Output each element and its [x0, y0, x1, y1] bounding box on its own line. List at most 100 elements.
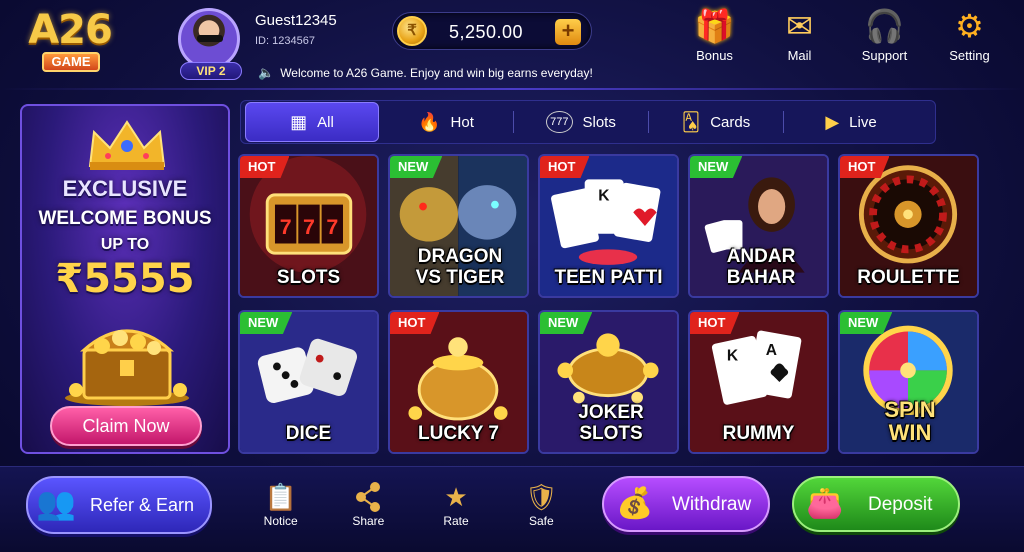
game-title: RUMMY: [722, 423, 795, 444]
tab-label: Live: [849, 113, 877, 131]
withdraw-label: Withdraw: [672, 494, 752, 515]
money-bag-icon: 💰: [616, 487, 654, 520]
tab-live[interactable]: ▶ Live: [784, 102, 918, 142]
user-avatar-block[interactable]: VIP 2: [178, 8, 244, 80]
nav-rate[interactable]: ★ Rate: [413, 480, 498, 536]
game-card-dragon-vs-tiger[interactable]: NEW DRAGON VS TIGER: [388, 154, 529, 298]
game-grid: 7 7 7 HOT SLOTS NEW DRAGON VS TIGER K HO…: [238, 154, 979, 456]
tab-label: Hot: [450, 113, 474, 131]
claim-now-button[interactable]: Claim Now: [50, 406, 202, 446]
nav-notice[interactable]: 📋 Notice: [238, 480, 323, 536]
svg-text:7: 7: [303, 215, 315, 239]
game-card-joker-slots[interactable]: NEW JOKER SLOTS: [538, 310, 679, 454]
flame-icon: 🔥: [418, 111, 441, 132]
share-icon: [356, 482, 381, 512]
nav-label: Notice: [263, 514, 298, 528]
deposit-label: Deposit: [868, 494, 933, 515]
nav-setting[interactable]: ⚙ Setting: [927, 6, 1012, 68]
nav-label: Bonus: [696, 48, 733, 63]
tab-label: All: [317, 113, 334, 131]
game-card-slots[interactable]: 7 7 7 HOT SLOTS: [238, 154, 379, 298]
marquee-text: Welcome to A26 Game. Enjoy and win big e…: [280, 66, 593, 80]
gear-icon: ⚙: [955, 8, 984, 44]
tab-slots[interactable]: 777 Slots: [514, 102, 648, 142]
vip-badge: VIP 2: [180, 62, 242, 80]
withdraw-button[interactable]: 💰 Withdraw: [602, 476, 770, 532]
logo-subtext: GAME: [42, 52, 100, 72]
cards-icon: 🂡: [681, 111, 701, 132]
deposit-button[interactable]: 👛 Deposit: [792, 476, 960, 532]
nav-label: Setting: [949, 48, 990, 63]
game-title: JOKER SLOTS: [578, 402, 644, 444]
game-title: DICE: [285, 423, 332, 444]
game-card-dice[interactable]: NEW DICE: [238, 310, 379, 454]
game-title: TEEN PATTI: [554, 267, 663, 288]
tab-label: Slots: [582, 113, 616, 131]
banner-subheadline: WELCOME BONUS: [38, 208, 212, 229]
bottom-nav: 📋 Notice Share ★ Rate 🛡 Safe: [238, 480, 584, 536]
svg-text:A: A: [766, 342, 777, 359]
game-title: SPIN WIN: [884, 397, 936, 445]
crown-icon: [88, 120, 166, 170]
nav-label: Rate: [443, 514, 469, 528]
wallet-icon: 👛: [806, 487, 844, 520]
nav-support[interactable]: 🎧 Support: [842, 6, 927, 68]
nav-mail[interactable]: ✉ Mail: [757, 6, 842, 68]
refer-label: Refer & Earn: [90, 495, 195, 515]
wallet-balance[interactable]: ₹ 5,250.00 +: [392, 12, 592, 50]
star-podium-icon: ★: [444, 482, 468, 512]
game-title: ANDAR BAHAR: [726, 246, 796, 288]
shield-rupee-icon: 🛡: [524, 482, 558, 512]
banner-headline: EXCLUSIVE: [62, 176, 188, 201]
header-divider: [0, 88, 1024, 90]
nav-label: Mail: [787, 48, 812, 63]
headset-icon: 🎧: [864, 8, 905, 44]
app-logo: A26 GAME: [20, 8, 120, 76]
logo-text: A26: [28, 7, 113, 53]
refer-earn-button[interactable]: 👥 Refer & Earn: [26, 476, 212, 534]
clipboard-icon: 📋: [264, 482, 297, 512]
game-title: SLOTS: [276, 267, 341, 288]
svg-text:7: 7: [326, 215, 338, 239]
nav-label: Share: [352, 514, 385, 528]
svg-text:7: 7: [280, 215, 292, 239]
gift-icon: 🎁: [694, 8, 735, 44]
speaker-icon: 🔈: [258, 65, 275, 80]
nav-bonus[interactable]: 🎁 Bonus: [672, 6, 757, 68]
banner-upto: UP TO: [100, 236, 150, 253]
tab-hot[interactable]: 🔥 Hot: [379, 102, 513, 142]
nav-safe[interactable]: 🛡 Safe: [499, 480, 584, 536]
treasure-chest-icon: [65, 329, 189, 406]
game-card-roulette[interactable]: HOT ROULETTE: [838, 154, 979, 298]
announcement-marquee: 🔈 Welcome to A26 Game. Enjoy and win big …: [258, 64, 638, 82]
user-id: ID: 1234567: [255, 35, 315, 47]
avatar[interactable]: [178, 8, 240, 70]
game-card-rummy[interactable]: K A HOT RUMMY: [688, 310, 829, 454]
welcome-bonus-banner[interactable]: EXCLUSIVE WELCOME BONUS UP TO ₹5555 Clai…: [20, 104, 230, 454]
svg-text:K: K: [598, 188, 610, 205]
grid-icon: ▦: [290, 111, 308, 132]
add-funds-button[interactable]: +: [555, 19, 581, 45]
mail-icon: ✉: [786, 8, 813, 44]
game-card-teen-patti[interactable]: K HOT TEEN PATTI: [538, 154, 679, 298]
nav-label: Support: [861, 48, 908, 63]
people-icon: 👥: [36, 485, 76, 521]
game-title: LUCKY 7: [418, 423, 499, 444]
tab-cards[interactable]: 🂡 Cards: [649, 102, 783, 142]
coin-icon: ₹: [397, 16, 427, 46]
game-title: DRAGON VS TIGER: [415, 246, 505, 288]
username: Guest12345: [255, 12, 337, 29]
tab-all[interactable]: ▦ All: [245, 102, 379, 142]
game-card-lucky-7[interactable]: HOT LUCKY 7: [388, 310, 529, 454]
game-card-andar-bahar[interactable]: NEW ANDAR BAHAR: [688, 154, 829, 298]
nav-share[interactable]: Share: [323, 480, 413, 536]
game-title: ROULETTE: [857, 267, 960, 288]
game-card-spin-win[interactable]: NEW SPIN WIN: [838, 310, 979, 454]
balance-value: 5,250.00: [449, 22, 524, 42]
svg-text:K: K: [727, 348, 739, 365]
nav-label: Safe: [528, 514, 554, 528]
banner-amount: ₹5555: [55, 256, 195, 302]
category-tabs: ▦ All 🔥 Hot 777 Slots 🂡 Cards ▶ Live: [240, 100, 936, 144]
tab-label: Cards: [710, 113, 751, 131]
slots-777-icon: 777: [546, 111, 573, 133]
